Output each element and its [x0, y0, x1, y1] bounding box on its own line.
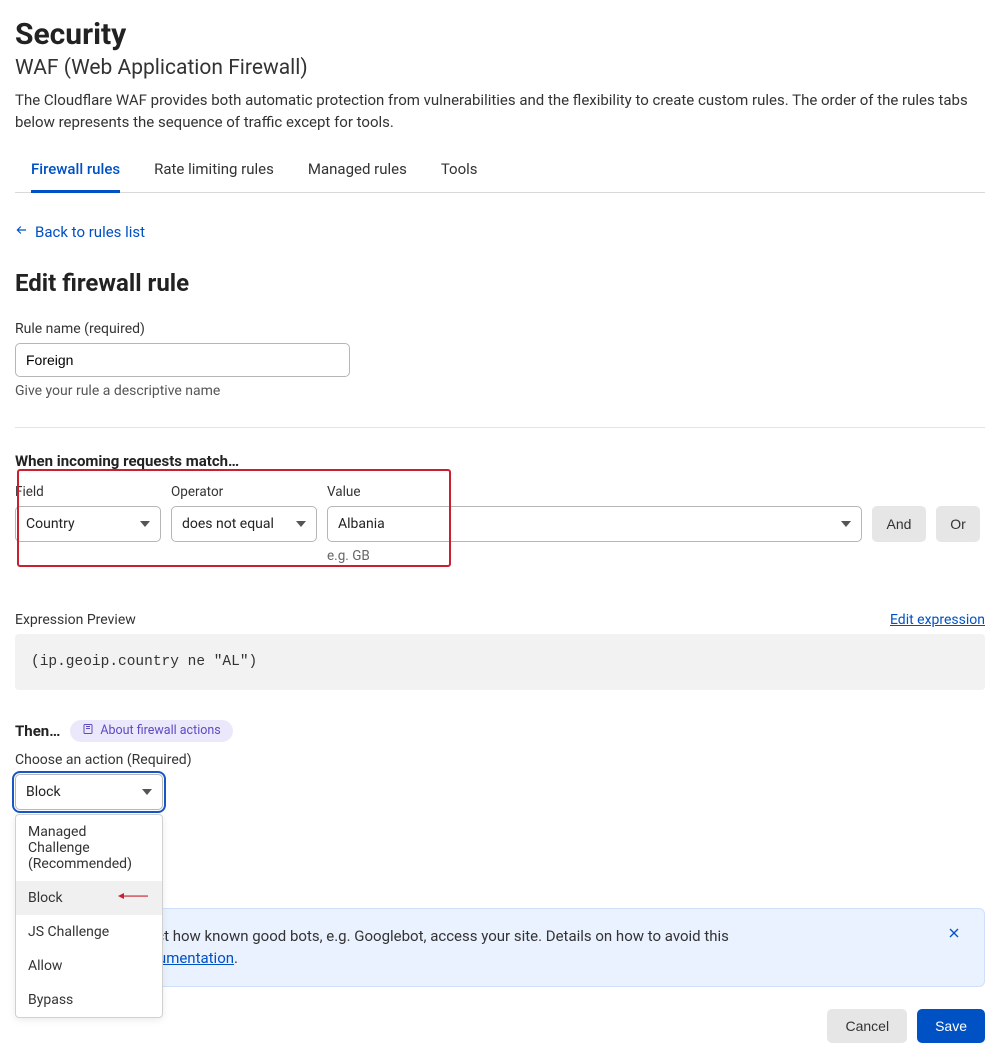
field-select[interactable]: Country: [15, 506, 161, 542]
expression-preview-label: Expression Preview: [15, 612, 136, 628]
action-dropdown: Managed Challenge (Recommended) Block JS…: [15, 814, 163, 1018]
action-option-js-challenge[interactable]: JS Challenge: [16, 915, 162, 949]
tab-firewall-rules[interactable]: Firewall rules: [31, 150, 120, 193]
divider: [15, 427, 985, 428]
chevron-down-icon: [142, 789, 152, 795]
about-firewall-actions-label: About firewall actions: [100, 723, 220, 738]
about-firewall-actions-pill[interactable]: About firewall actions: [70, 720, 232, 742]
notice-period: .: [234, 949, 238, 967]
expression-preview-box: (ip.geoip.country ne "AL"): [15, 634, 985, 690]
page-subtitle: WAF (Web Application Firewall): [15, 56, 985, 80]
back-to-rules-label: Back to rules list: [35, 223, 145, 241]
close-icon: [946, 927, 962, 945]
page-title: Security: [15, 17, 985, 52]
action-option-block-label: Block: [28, 890, 63, 906]
chevron-down-icon: [841, 521, 851, 527]
field-select-value: Country: [26, 516, 75, 532]
choose-action-label: Choose an action (Required): [15, 752, 985, 768]
value-example: e.g. GB: [327, 548, 980, 564]
and-button[interactable]: And: [872, 506, 926, 542]
tabs: Firewall rules Rate limiting rules Manag…: [15, 150, 985, 193]
match-row: Field Country Operator does not equal Va…: [15, 484, 985, 564]
operator-select[interactable]: does not equal: [171, 506, 317, 542]
chevron-down-icon: [140, 521, 150, 527]
edit-expression-link[interactable]: Edit expression: [890, 612, 985, 628]
tab-rate-limiting[interactable]: Rate limiting rules: [154, 150, 274, 192]
arrow-annotation-icon: [118, 890, 148, 906]
action-option-bypass[interactable]: Bypass: [16, 983, 162, 1017]
action-option-managed-challenge[interactable]: Managed Challenge (Recommended): [16, 815, 162, 881]
when-heading: When incoming requests match…: [15, 452, 985, 470]
action-option-allow[interactable]: Allow: [16, 949, 162, 983]
value-select[interactable]: Albania: [327, 506, 862, 542]
notice-close-button[interactable]: [942, 925, 966, 948]
action-option-block[interactable]: Block: [16, 881, 162, 915]
operator-label: Operator: [171, 484, 317, 500]
or-button[interactable]: Or: [936, 506, 980, 542]
chevron-down-icon: [296, 521, 306, 527]
tab-managed-rules[interactable]: Managed rules: [308, 150, 407, 192]
rule-name-input[interactable]: [15, 343, 350, 377]
save-button[interactable]: Save: [917, 1009, 985, 1043]
back-to-rules-link[interactable]: Back to rules list: [15, 223, 145, 241]
operator-select-value: does not equal: [182, 516, 274, 532]
field-label: Field: [15, 484, 161, 500]
value-label: Value: [327, 484, 980, 500]
rule-name-label: Rule name (required): [15, 321, 985, 337]
value-select-value: Albania: [338, 516, 385, 532]
rule-name-help: Give your rule a descriptive name: [15, 383, 985, 399]
book-icon: [82, 723, 94, 739]
tab-tools[interactable]: Tools: [441, 150, 478, 192]
then-heading: Then…: [15, 722, 60, 740]
arrow-left-icon: [15, 223, 29, 241]
page-description: The Cloudflare WAF provides both automat…: [15, 90, 985, 134]
edit-rule-heading: Edit firewall rule: [15, 269, 985, 297]
action-select-value: Block: [26, 784, 61, 800]
action-select[interactable]: Block: [15, 774, 163, 810]
cancel-button[interactable]: Cancel: [827, 1009, 907, 1043]
